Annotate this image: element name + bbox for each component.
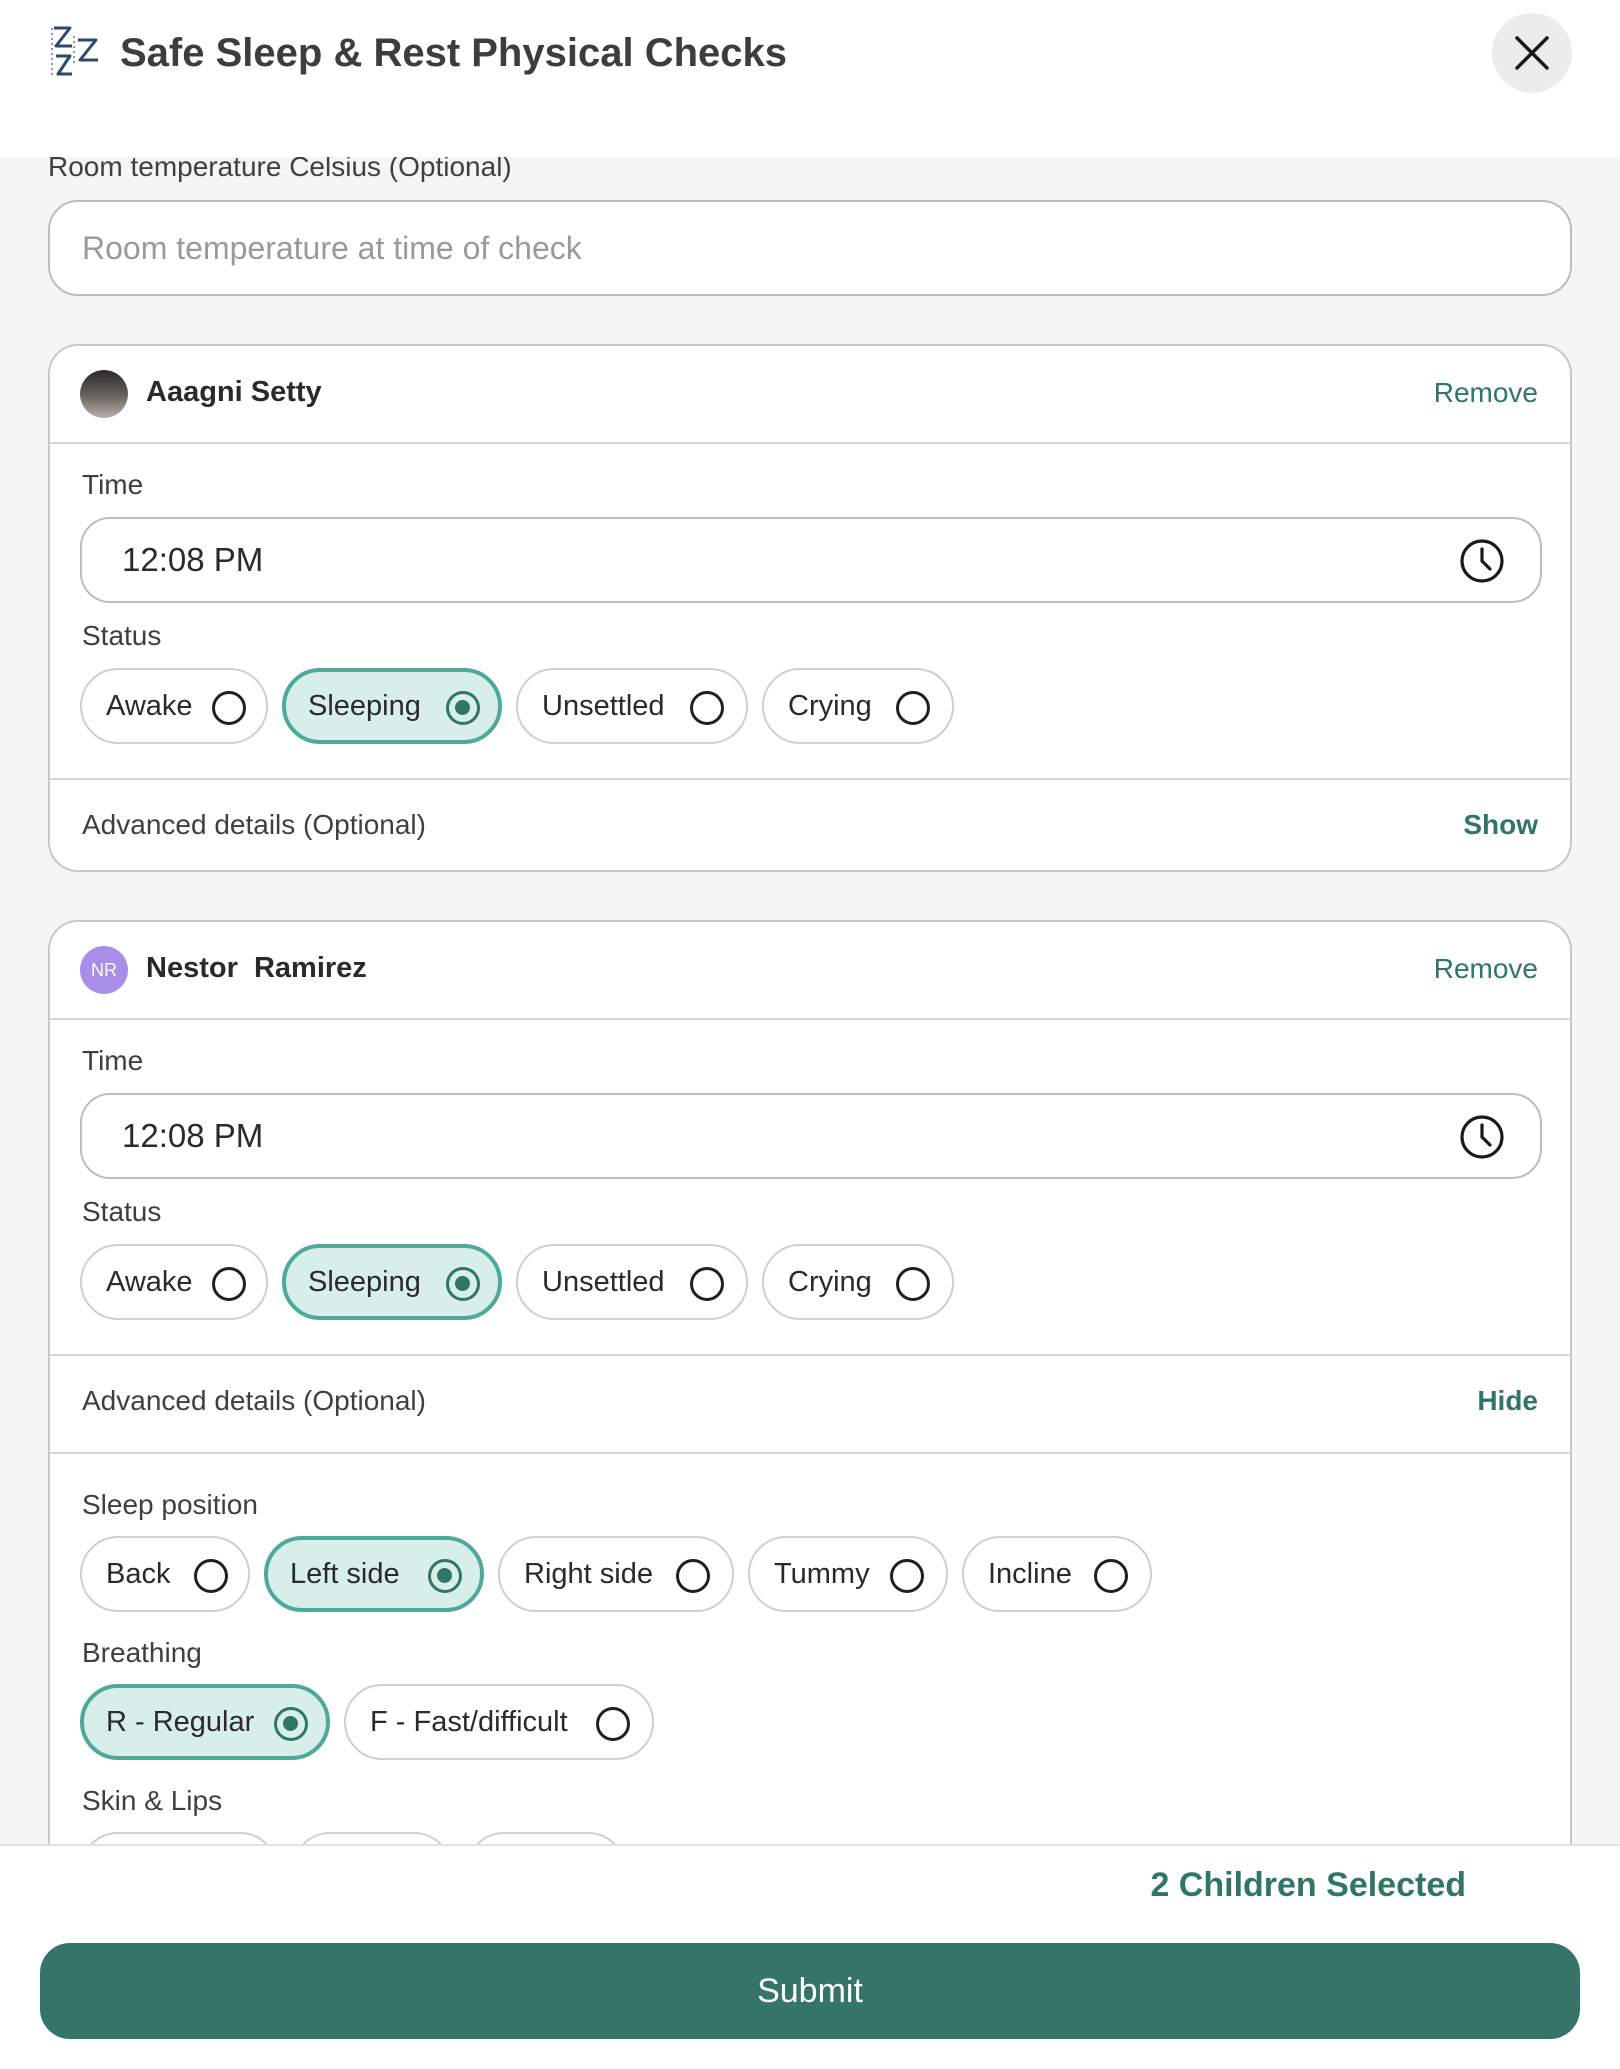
sleep-position-option-back[interactable]: Back bbox=[80, 1536, 250, 1612]
child-card-header: NR Nestor Ramirez Remove bbox=[50, 922, 1570, 1018]
radio-unselected-icon bbox=[212, 691, 246, 725]
radio-unselected-icon bbox=[896, 691, 930, 725]
option-label: Left side bbox=[290, 1557, 400, 1590]
option-label: Unsettled bbox=[542, 1265, 665, 1298]
divider bbox=[50, 442, 1570, 444]
option-label: Right side bbox=[524, 1557, 653, 1590]
breathing-option-fast-difficult[interactable]: F - Fast/difficult bbox=[344, 1684, 654, 1760]
child-name: Nestor Ramirez bbox=[146, 952, 367, 984]
sleep-position-label: Sleep position bbox=[82, 1489, 258, 1520]
radio-unselected-icon bbox=[194, 1559, 228, 1593]
sleep-position-option-left-side[interactable]: Left side bbox=[264, 1536, 484, 1612]
option-label: Crying bbox=[788, 1265, 872, 1298]
divider bbox=[50, 1452, 1570, 1454]
avatar bbox=[80, 370, 128, 418]
option-label: Awake bbox=[106, 1265, 193, 1298]
status-option-awake[interactable]: Awake bbox=[80, 668, 268, 744]
option-label: Awake bbox=[106, 689, 193, 722]
skin-lips-label: Skin & Lips bbox=[82, 1785, 223, 1816]
option-label: Crying bbox=[788, 689, 872, 722]
remove-child-button[interactable]: Remove bbox=[1434, 953, 1538, 985]
radio-unselected-icon bbox=[690, 1267, 724, 1301]
radio-unselected-icon bbox=[890, 1559, 924, 1593]
option-label: Back bbox=[106, 1557, 171, 1590]
clock-icon[interactable] bbox=[1458, 537, 1506, 585]
time-label: Time bbox=[82, 1045, 144, 1076]
sleep-position-option-tummy[interactable]: Tummy bbox=[748, 1536, 948, 1612]
status-option-unsettled[interactable]: Unsettled bbox=[516, 1244, 748, 1320]
option-label: Unsettled bbox=[542, 689, 665, 722]
radio-unselected-icon bbox=[596, 1707, 630, 1741]
room-temperature-placeholder: Room temperature at time of check bbox=[82, 229, 582, 266]
option-label: F - Fast/difficult bbox=[370, 1705, 568, 1738]
close-icon bbox=[1515, 36, 1549, 70]
option-label: Sleeping bbox=[308, 689, 421, 722]
clock-icon[interactable] bbox=[1458, 1113, 1506, 1161]
breathing-option-regular[interactable]: R - Regular bbox=[80, 1684, 330, 1760]
time-label: Time bbox=[82, 469, 144, 500]
avatar-initials: NR bbox=[91, 959, 117, 980]
status-label: Status bbox=[82, 620, 162, 651]
status-option-unsettled[interactable]: Unsettled bbox=[516, 668, 748, 744]
breathing-label: Breathing bbox=[82, 1637, 202, 1668]
child-card-aaagni-setty: Aaagni Setty Remove Time 12:08 PM Status… bbox=[48, 344, 1572, 872]
radio-selected-icon bbox=[274, 1707, 308, 1741]
option-label: Incline bbox=[988, 1557, 1072, 1590]
sleep-position-option-incline[interactable]: Incline bbox=[962, 1536, 1152, 1612]
page-title: Safe Sleep & Rest Physical Checks bbox=[120, 31, 787, 75]
radio-unselected-icon bbox=[212, 1267, 246, 1301]
radio-unselected-icon bbox=[676, 1559, 710, 1593]
radio-selected-icon bbox=[428, 1559, 462, 1593]
modal-footer: 2 Children Selected Submit bbox=[0, 1844, 1620, 2069]
time-value: 12:08 PM bbox=[122, 1117, 264, 1154]
form-scroll-area[interactable]: Room temperature Celsius (Optional) Room… bbox=[0, 157, 1620, 1844]
advanced-details-label: Advanced details (Optional) bbox=[82, 1385, 426, 1416]
divider bbox=[50, 1354, 1570, 1356]
modal-header: Safe Sleep & Rest Physical Checks bbox=[0, 0, 1620, 157]
radio-unselected-icon bbox=[896, 1267, 930, 1301]
divider bbox=[50, 778, 1570, 780]
option-label: Sleeping bbox=[308, 1265, 421, 1298]
advanced-details-label: Advanced details (Optional) bbox=[82, 809, 426, 840]
time-input[interactable]: 12:08 PM bbox=[80, 1093, 1542, 1179]
status-option-crying[interactable]: Crying bbox=[762, 668, 954, 744]
avatar: NR bbox=[80, 946, 128, 994]
skin-lips-option[interactable] bbox=[292, 1832, 452, 1844]
child-card-nestor-ramirez: NR Nestor Ramirez Remove Time 12:08 PM S… bbox=[48, 920, 1572, 1844]
radio-unselected-icon bbox=[1094, 1559, 1128, 1593]
radio-selected-icon bbox=[446, 1267, 480, 1301]
child-card-header: Aaagni Setty Remove bbox=[50, 346, 1570, 442]
room-temperature-label: Room temperature Celsius (Optional) bbox=[48, 157, 512, 182]
status-option-awake[interactable]: Awake bbox=[80, 1244, 268, 1320]
zzz-sleep-icon bbox=[51, 26, 98, 76]
advanced-details-show-button[interactable]: Show bbox=[1463, 809, 1538, 841]
sleep-position-option-right-side[interactable]: Right side bbox=[498, 1536, 734, 1612]
submit-button[interactable]: Submit bbox=[40, 1943, 1580, 2039]
option-label: R - Regular bbox=[106, 1705, 255, 1738]
advanced-details-hide-button[interactable]: Hide bbox=[1477, 1385, 1538, 1417]
child-name: Aaagni Setty bbox=[146, 376, 322, 408]
skin-lips-option[interactable] bbox=[466, 1832, 626, 1844]
status-option-sleeping[interactable]: Sleeping bbox=[282, 1244, 502, 1320]
status-label: Status bbox=[82, 1196, 162, 1227]
option-label: Tummy bbox=[774, 1557, 870, 1590]
time-value: 12:08 PM bbox=[122, 541, 264, 578]
close-button[interactable] bbox=[1492, 13, 1572, 93]
time-input[interactable]: 12:08 PM bbox=[80, 517, 1542, 603]
skin-lips-option[interactable] bbox=[80, 1832, 278, 1844]
room-temperature-input[interactable]: Room temperature at time of check bbox=[48, 200, 1572, 296]
status-option-sleeping[interactable]: Sleeping bbox=[282, 668, 502, 744]
remove-child-button[interactable]: Remove bbox=[1434, 377, 1538, 409]
radio-selected-icon bbox=[446, 691, 480, 725]
children-selected-count: 2 Children Selected bbox=[1150, 1866, 1466, 1904]
divider bbox=[50, 1018, 1570, 1020]
radio-unselected-icon bbox=[690, 691, 724, 725]
status-option-crying[interactable]: Crying bbox=[762, 1244, 954, 1320]
